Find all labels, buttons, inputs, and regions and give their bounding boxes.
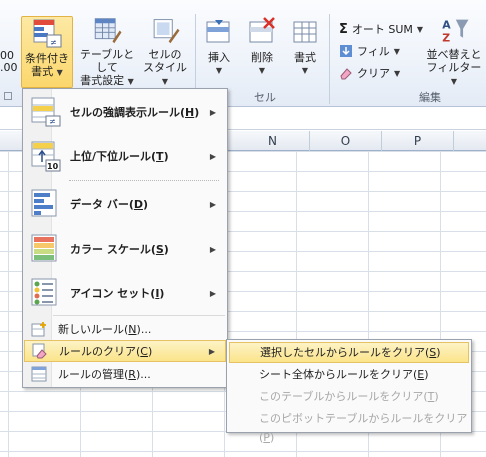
submenu-arrow-icon: ▶ bbox=[209, 151, 216, 161]
data-bars-label: データ バー(D) bbox=[70, 198, 149, 211]
cell-styles-icon bbox=[153, 19, 180, 44]
svg-text:10: 10 bbox=[47, 162, 59, 171]
clear-rules-label: ルールのクリア(C) bbox=[59, 345, 153, 358]
submenu-item-clear-entire-sheet[interactable]: シート全体からルールをクリア(E) bbox=[229, 365, 469, 386]
fill-dropdown-icon: ▼ bbox=[393, 46, 400, 56]
svg-text:A: A bbox=[442, 19, 451, 32]
menu-item-icon-sets[interactable]: アイコン セット(I) ▶ bbox=[24, 271, 226, 315]
sort-filter-label-2: フィルター ▼ bbox=[426, 61, 482, 86]
fill-label: フィル bbox=[357, 45, 390, 58]
clear-dropdown-icon: ▼ bbox=[394, 68, 401, 78]
partial-label-2: .00 bbox=[0, 61, 18, 74]
cell-styles-label-2: スタイル ▼ bbox=[143, 61, 187, 86]
color-scales-label: カラー スケール(S) bbox=[70, 243, 169, 256]
conditional-formatting-label-2: 書式 ▼ bbox=[31, 65, 63, 78]
submenu-arrow-icon: ▶ bbox=[209, 107, 216, 117]
menu-item-highlight-rules[interactable]: ≠ セルの強調表示ルール(H) ▶ bbox=[24, 90, 226, 134]
svg-text:Z: Z bbox=[442, 31, 450, 44]
conditional-formatting-label-1: 条件付き bbox=[25, 52, 69, 65]
format-as-table-icon bbox=[94, 18, 122, 44]
menu-separator bbox=[53, 315, 225, 316]
icon-sets-label: アイコン セット(I) bbox=[70, 287, 165, 300]
menu-item-color-scales[interactable]: カラー スケール(S) ▶ bbox=[24, 227, 226, 271]
submenu-arrow-icon: ▶ bbox=[208, 346, 215, 356]
fill-down-icon bbox=[340, 45, 352, 57]
highlight-rules-icon: ≠ bbox=[31, 97, 61, 127]
ribbon-separator-2 bbox=[329, 14, 330, 104]
submenu-arrow-icon: ▶ bbox=[209, 244, 216, 254]
delete-dropdown-icon: ▼ bbox=[258, 66, 266, 75]
autosum-button[interactable]: Σ オート SUM ▼ bbox=[339, 20, 423, 38]
manage-rules-label: ルールの管理(R)... bbox=[58, 368, 151, 381]
new-rule-label: 新しいルール(N)... bbox=[58, 323, 152, 336]
cell-styles-label-1: セルの bbox=[148, 48, 182, 61]
eraser-icon bbox=[340, 68, 352, 80]
clear-label: クリア bbox=[357, 67, 390, 80]
clear-selected-cells-label: 選択したセルからルールをクリア(S) bbox=[260, 346, 441, 359]
delete-label: 削除 bbox=[251, 51, 273, 64]
conditional-formatting-icon: ≠ bbox=[33, 19, 62, 48]
submenu-arrow-icon: ▶ bbox=[209, 288, 216, 298]
svg-text:≠: ≠ bbox=[49, 117, 56, 126]
fill-button[interactable]: フィル ▼ bbox=[339, 42, 400, 60]
clear-entire-sheet-label: シート全体からルールをクリア(E) bbox=[259, 368, 429, 381]
menu-item-data-bars[interactable]: データ バー(D) ▶ bbox=[24, 182, 226, 226]
format-cells-icon bbox=[293, 21, 317, 43]
manage-rules-icon bbox=[31, 366, 47, 382]
submenu-arrow-icon: ▶ bbox=[209, 199, 216, 209]
column-header-n[interactable]: N bbox=[236, 131, 310, 151]
svg-text:≠: ≠ bbox=[50, 38, 57, 47]
sort-filter-icon: A Z bbox=[442, 19, 469, 44]
format-dropdown-icon: ▼ bbox=[301, 66, 309, 75]
cells-group-label: セル bbox=[254, 91, 276, 104]
number-format-partial[interactable]: 00 .00 bbox=[0, 50, 18, 80]
clear-rules-icon bbox=[32, 343, 47, 359]
sort-filter-label-1: 並べ替えと bbox=[426, 48, 482, 61]
submenu-item-clear-pivot-table: このピボットテーブルからルールをクリア(P) bbox=[229, 409, 469, 444]
highlight-rules-label: セルの強調表示ルール(H) bbox=[70, 106, 200, 119]
cell-styles-button[interactable]: セルの スタイル ▼ bbox=[140, 16, 190, 88]
format-as-table-label-2: 書式設定 ▼ bbox=[80, 74, 134, 87]
insert-label: 挿入 bbox=[208, 51, 230, 64]
icon-sets-icon bbox=[31, 278, 57, 306]
delete-cells-icon bbox=[249, 17, 275, 43]
insert-cells-icon bbox=[206, 20, 230, 43]
conditional-formatting-button[interactable]: ≠ 条件付き 書式 ▼ bbox=[21, 16, 73, 88]
sigma-icon: Σ bbox=[339, 21, 348, 37]
submenu-item-clear-table: このテーブルからルールをクリア(T) bbox=[229, 387, 469, 408]
column-header-p[interactable]: P bbox=[382, 131, 454, 151]
autosum-dropdown-icon: ▼ bbox=[416, 24, 424, 34]
insert-dropdown-icon: ▼ bbox=[215, 66, 223, 75]
format-as-table-button[interactable]: テーブルとして 書式設定 ▼ bbox=[76, 16, 138, 88]
delete-button[interactable]: 削除 ▼ bbox=[243, 16, 281, 88]
top-bottom-rules-icon: 10 bbox=[31, 141, 61, 172]
submenu-item-clear-selected-cells[interactable]: 選択したセルからルールをクリア(S) bbox=[229, 342, 469, 363]
editing-group-label: 編集 bbox=[419, 91, 441, 104]
clear-button[interactable]: クリア ▼ bbox=[339, 64, 400, 82]
menu-item-top-bottom-rules[interactable]: 10 上位/下位ルール(T) ▶ bbox=[24, 134, 226, 178]
sort-filter-button[interactable]: A Z 並べ替えと フィルター ▼ bbox=[424, 16, 484, 88]
format-as-table-label-1: テーブルとして bbox=[79, 48, 135, 74]
menu-item-new-rule[interactable]: 新しいルール(N)... bbox=[24, 318, 226, 340]
insert-button[interactable]: 挿入 ▼ bbox=[200, 16, 238, 88]
top-bottom-rules-label: 上位/下位ルール(T) bbox=[70, 150, 169, 163]
autosum-label: オート SUM bbox=[351, 23, 413, 36]
menu-separator bbox=[69, 180, 219, 181]
menu-item-manage-rules[interactable]: ルールの管理(R)... bbox=[24, 363, 226, 385]
dialog-launcher-icon[interactable] bbox=[4, 92, 12, 100]
data-bars-icon bbox=[31, 189, 57, 217]
color-scales-icon bbox=[31, 234, 57, 262]
menu-item-clear-rules[interactable]: ルールのクリア(C) ▶ bbox=[24, 340, 226, 362]
clear-rules-submenu: 選択したセルからルールをクリア(S) シート全体からルールをクリア(E) このテ… bbox=[226, 339, 472, 444]
column-header-o[interactable]: O bbox=[310, 131, 382, 151]
format-button[interactable]: 書式 ▼ bbox=[286, 16, 324, 88]
new-rule-icon bbox=[31, 322, 46, 337]
format-label: 書式 bbox=[294, 51, 316, 64]
conditional-formatting-menu: ≠ セルの強調表示ルール(H) ▶ 10 上位/下位ルール(T) ▶ データ バ… bbox=[22, 88, 228, 388]
clear-table-label: このテーブルからルールをクリア(T) bbox=[259, 390, 439, 403]
